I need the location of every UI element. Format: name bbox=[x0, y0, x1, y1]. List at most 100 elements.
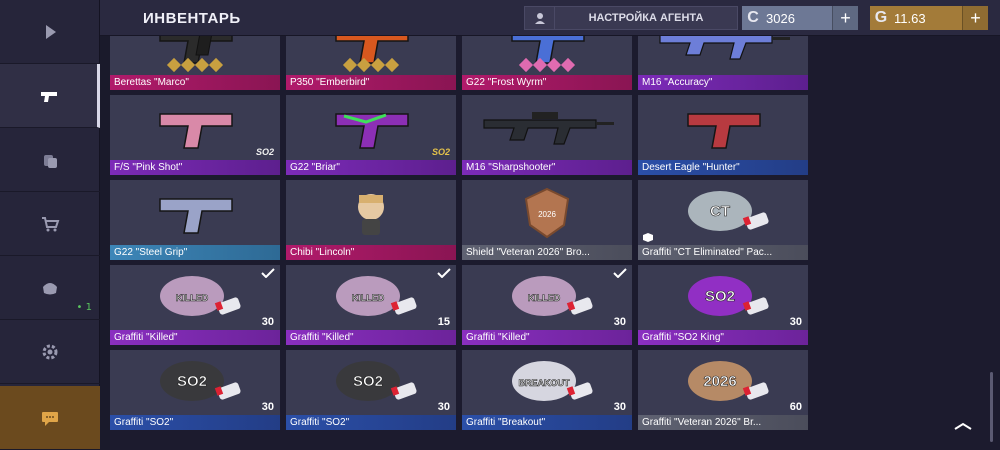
inventory-item[interactable]: M16 "Sharpshooter" bbox=[462, 95, 632, 175]
svg-text:SO2: SO2 bbox=[705, 288, 735, 305]
scrollbar[interactable] bbox=[990, 372, 993, 442]
svg-text:KILLED: KILLED bbox=[352, 293, 385, 303]
play-icon bbox=[46, 24, 56, 39]
inventory-item[interactable]: G22 "Steel Grip" bbox=[110, 180, 280, 260]
item-image: 2026 bbox=[638, 350, 808, 416]
sidebar: • 1 bbox=[0, 0, 100, 450]
sticker-icon bbox=[370, 57, 386, 73]
item-quantity: 30 bbox=[261, 316, 274, 328]
inventory-item[interactable]: SO2 30 Graffiti "SO2" bbox=[286, 350, 456, 430]
item-image bbox=[286, 95, 456, 161]
coins-icon bbox=[44, 154, 57, 168]
item-image: KILLED bbox=[286, 265, 456, 331]
sidebar-item-chat[interactable] bbox=[0, 386, 100, 450]
chevron-up-icon bbox=[954, 422, 972, 430]
inventory-item[interactable]: SO2 F/S "Pink Shot" bbox=[110, 95, 280, 175]
top-bar: ИНВЕНТАРЬ НАСТРОЙКА АГЕНТА C 3026 + G 11… bbox=[100, 0, 1000, 36]
inventory-item[interactable]: KILLED 15 Graffiti "Killed" bbox=[286, 265, 456, 345]
item-name: G22 "Steel Grip" bbox=[110, 245, 280, 260]
inventory-item[interactable]: BREAKOUT 30 Graffiti "Breakout" bbox=[462, 350, 632, 430]
sticker-icon bbox=[208, 57, 224, 73]
sidebar-item-shop[interactable] bbox=[0, 192, 100, 256]
svg-text:KILLED: KILLED bbox=[176, 293, 209, 303]
sticker-icon bbox=[546, 57, 562, 73]
item-stickers bbox=[286, 57, 456, 73]
inventory-item[interactable]: 2026 60 Graffiti "Veteran 2026" Br... bbox=[638, 350, 808, 430]
inventory-item[interactable]: KILLED 30 Graffiti "Killed" bbox=[462, 265, 632, 345]
inventory-item[interactable]: G22 "Frost Wyrm" bbox=[462, 36, 632, 90]
item-image bbox=[462, 36, 632, 76]
item-name: F/S "Pink Shot" bbox=[110, 160, 280, 175]
silver-balance: C 3026 + bbox=[742, 6, 858, 30]
inventory-item[interactable]: Berettas "Marco" bbox=[110, 36, 280, 90]
item-quantity: 30 bbox=[789, 316, 802, 328]
item-name: G22 "Frost Wyrm" bbox=[462, 75, 632, 90]
item-name: P350 "Emberbird" bbox=[286, 75, 456, 90]
sticker-icon bbox=[532, 57, 548, 73]
sticker-icon bbox=[384, 57, 400, 73]
sidebar-item-settings[interactable] bbox=[0, 320, 100, 384]
inventory-item[interactable]: M16 "Accuracy" bbox=[638, 36, 808, 90]
equipped-check-icon bbox=[261, 268, 275, 278]
item-stickers bbox=[462, 57, 632, 73]
add-silver-button[interactable]: + bbox=[832, 6, 858, 30]
item-image bbox=[638, 36, 808, 76]
sidebar-edge bbox=[100, 36, 110, 450]
inventory-item[interactable]: 2026 Shield "Veteran 2026" Bro... bbox=[462, 180, 632, 260]
gear-icon bbox=[42, 344, 58, 359]
item-name: Graffiti "SO2" bbox=[110, 415, 280, 430]
page-title: ИНВЕНТАРЬ bbox=[143, 10, 241, 27]
item-quantity: 15 bbox=[437, 316, 450, 328]
inventory-item[interactable]: Chibi "Lincoln" bbox=[286, 180, 456, 260]
item-image bbox=[638, 95, 808, 161]
sidebar-item-inventory[interactable] bbox=[0, 64, 100, 128]
pack-box-icon bbox=[643, 233, 653, 242]
item-image bbox=[110, 36, 280, 76]
svg-text:BREAKOUT: BREAKOUT bbox=[519, 378, 571, 388]
sticker-icon bbox=[356, 57, 372, 73]
sidebar-item-play[interactable] bbox=[0, 0, 100, 64]
item-image: KILLED bbox=[462, 265, 632, 331]
gold-balance: G 11.63 + bbox=[870, 6, 988, 30]
item-name: Graffiti "SO2 King" bbox=[638, 330, 808, 345]
svg-text:SO2: SO2 bbox=[177, 373, 207, 390]
inventory-item[interactable]: Desert Eagle "Hunter" bbox=[638, 95, 808, 175]
agent-icon bbox=[525, 7, 555, 29]
sidebar-item-coins[interactable] bbox=[0, 128, 100, 192]
inventory-item[interactable]: SO2 G22 "Briar" bbox=[286, 95, 456, 175]
item-name: Graffiti "Killed" bbox=[110, 330, 280, 345]
silver-amount: 3026 bbox=[766, 10, 795, 26]
inventory-item[interactable]: SO2 30 Graffiti "SO2 King" bbox=[638, 265, 808, 345]
item-name: M16 "Accuracy" bbox=[638, 75, 808, 90]
sticker-icon bbox=[560, 57, 576, 73]
svg-text:SO2: SO2 bbox=[353, 373, 383, 390]
gold-amount: 11.63 bbox=[894, 10, 926, 26]
inventory-item[interactable]: SO2 30 Graffiti "SO2" bbox=[110, 350, 280, 430]
item-image: BREAKOUT bbox=[462, 350, 632, 416]
scroll-up-button[interactable] bbox=[948, 414, 978, 438]
item-tag: SO2 bbox=[255, 147, 274, 157]
cart-icon bbox=[42, 216, 60, 231]
mask-icon bbox=[43, 282, 57, 294]
inventory-grid: Berettas "Marco" P350 "Emberbird" G22 "Fro… bbox=[110, 36, 810, 450]
svg-text:2026: 2026 bbox=[703, 373, 736, 390]
silver-currency-icon: C bbox=[747, 9, 759, 26]
inventory-item[interactable]: KILLED 30 Graffiti "Killed" bbox=[110, 265, 280, 345]
item-quantity: 30 bbox=[261, 401, 274, 413]
inventory-item[interactable]: P350 "Emberbird" bbox=[286, 36, 456, 90]
item-image: 2026 bbox=[462, 180, 632, 246]
item-image bbox=[286, 36, 456, 76]
item-name: G22 "Briar" bbox=[286, 160, 456, 175]
sticker-icon bbox=[518, 57, 534, 73]
equipped-check-icon bbox=[437, 268, 451, 278]
agent-settings-label: НАСТРОЙКА АГЕНТА bbox=[588, 12, 704, 24]
item-name: Shield "Veteran 2026" Bro... bbox=[462, 245, 632, 260]
agents-counter: • 1 bbox=[76, 302, 92, 313]
sticker-icon bbox=[180, 57, 196, 73]
agent-settings-button[interactable]: НАСТРОЙКА АГЕНТА bbox=[524, 6, 738, 30]
add-gold-button[interactable]: + bbox=[962, 6, 988, 30]
sticker-icon bbox=[342, 57, 358, 73]
sidebar-item-agents[interactable]: • 1 bbox=[0, 256, 100, 320]
inventory-item[interactable]: CT Graffiti "CT Eliminated" Pac... bbox=[638, 180, 808, 260]
chat-icon bbox=[42, 411, 58, 426]
